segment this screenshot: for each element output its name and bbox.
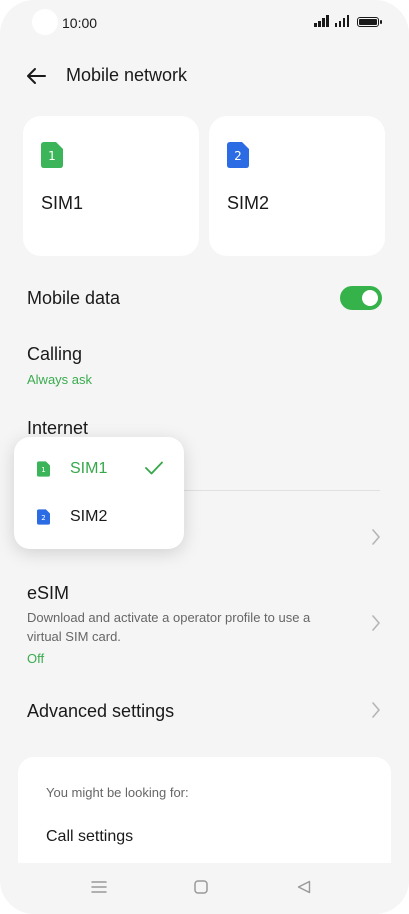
sim-selection-popup: 1 SIM1 2 SIM2 bbox=[14, 437, 184, 549]
phone-screen: 10:00 Mobile network 1 SIM1 2 SIM2 Mobil… bbox=[0, 0, 409, 914]
status-time: 10:00 bbox=[62, 15, 98, 31]
camera-cutout bbox=[32, 9, 58, 35]
mobile-data-label: Mobile data bbox=[27, 288, 121, 308]
suggestions-title: You might be looking for: bbox=[46, 785, 189, 800]
signal-icon bbox=[314, 15, 329, 27]
menu-icon[interactable] bbox=[91, 880, 107, 894]
checkmark-icon bbox=[145, 461, 163, 475]
calling-value: Always ask bbox=[27, 372, 93, 387]
sim2-number: 2 bbox=[234, 149, 242, 163]
calling-label[interactable]: Calling bbox=[27, 344, 82, 365]
suggestions-card: You might be looking for: Call settings bbox=[18, 757, 391, 877]
esim-status: Off bbox=[27, 651, 45, 666]
back-arrow-icon[interactable] bbox=[24, 64, 48, 88]
home-icon[interactable] bbox=[194, 880, 208, 894]
sim-card-green-icon: 1 bbox=[41, 142, 63, 168]
popup-option-sim1[interactable]: 1 SIM1 bbox=[14, 445, 184, 493]
page-title: Mobile network bbox=[66, 65, 188, 85]
signal-icon-2 bbox=[334, 15, 349, 27]
chevron-right-icon[interactable] bbox=[371, 529, 381, 545]
sim1-number: 1 bbox=[48, 149, 56, 163]
battery-icon bbox=[357, 17, 382, 27]
internet-label[interactable]: Internet bbox=[27, 418, 88, 439]
popup-option-label: SIM2 bbox=[70, 508, 108, 525]
sim1-card-label: SIM1 bbox=[41, 193, 84, 213]
sim2-card-label: SIM2 bbox=[227, 193, 270, 213]
sim1-card[interactable]: 1 SIM1 bbox=[23, 116, 199, 256]
sim-card-blue-icon: 2 bbox=[37, 509, 50, 525]
advanced-settings-label[interactable]: Advanced settings bbox=[27, 701, 174, 722]
popup-sim2-number: 2 bbox=[41, 513, 46, 522]
esim-description: Download and activate a operator profile… bbox=[27, 610, 311, 644]
chevron-right-icon[interactable] bbox=[371, 702, 381, 718]
popup-sim1-number: 1 bbox=[41, 465, 46, 474]
chevron-right-icon[interactable] bbox=[371, 615, 381, 631]
back-triangle-icon[interactable] bbox=[297, 880, 311, 894]
popup-option-label: SIM1 bbox=[70, 460, 108, 477]
sim2-card[interactable]: 2 SIM2 bbox=[209, 116, 385, 256]
sim-card-green-icon: 1 bbox=[37, 461, 50, 477]
navigation-bar bbox=[0, 863, 409, 914]
esim-label[interactable]: eSIM bbox=[27, 583, 69, 604]
suggestion-call-settings[interactable]: Call settings bbox=[46, 828, 133, 846]
status-icons bbox=[314, 15, 382, 27]
mobile-data-toggle[interactable] bbox=[340, 286, 382, 310]
popup-option-sim2[interactable]: 2 SIM2 bbox=[14, 493, 184, 541]
sim-card-blue-icon: 2 bbox=[227, 142, 249, 168]
